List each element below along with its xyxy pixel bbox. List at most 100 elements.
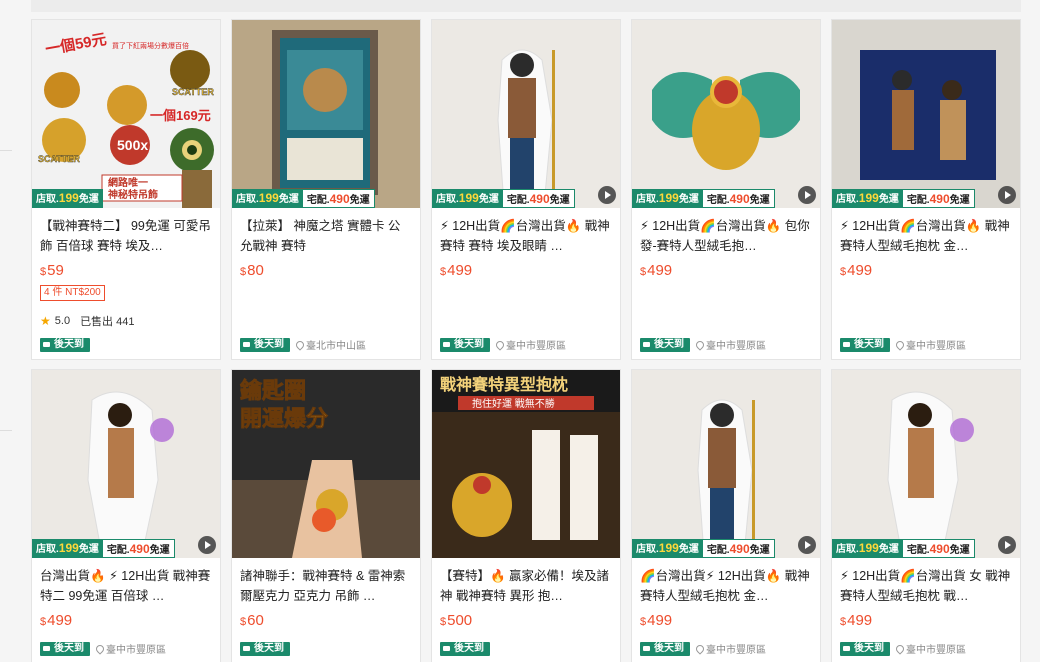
delivery-eta-badge: 後天到 — [240, 337, 290, 352]
seller-location: 臺北市中山區 — [294, 337, 366, 352]
store-pickup-badge: 店取.199免運 — [632, 189, 703, 208]
product-image[interactable]: 店取.199免運 宅配.490免運 — [632, 20, 820, 208]
product-card[interactable]: 店取.199免運 宅配.490免運 台灣出貨🔥 ⚡ 12H出貨 戰神賽特二 99… — [31, 369, 221, 662]
product-price: $499 — [440, 262, 473, 279]
product-image[interactable]: 店取.199免運 宅配.490免運 — [232, 20, 420, 208]
seller-location: 臺中市豐原區 — [894, 337, 966, 352]
store-pickup-badge: 店取.199免運 — [32, 539, 103, 558]
store-pickup-badge: 店取.199免運 — [832, 189, 903, 208]
shipping-badges: 店取.199免運 宅配.490免運 — [232, 189, 375, 208]
product-image[interactable]: 店取.199免運 宅配.490免運 — [632, 370, 820, 558]
play-video-icon[interactable] — [598, 186, 616, 204]
art-text: 買了下紅兩場分數爆百倍 — [112, 41, 189, 50]
product-title[interactable]: ⚡ 12H出貨🌈台灣出貨🔥 戰神賽特 賽特 埃及眼睛 … — [440, 216, 612, 256]
delivery-eta-badge: 後天到 — [240, 642, 290, 656]
store-pickup-badge: 店取.199免運 — [832, 539, 903, 558]
delivery-eta-badge: 後天到 — [640, 641, 690, 656]
product-title[interactable]: 🌈台灣出貨⚡ 12H出貨🔥 戰神賽特人型絨毛抱枕 金… — [640, 566, 812, 606]
product-card[interactable]: 店取.199免運 宅配.490免運 ⚡ 12H出貨🌈台灣出貨🔥 包你發-賽特人型… — [631, 19, 821, 360]
product-price: $80 — [240, 262, 264, 279]
play-video-icon[interactable] — [798, 186, 816, 204]
store-pickup-badge: 店取.199免運 — [232, 189, 303, 208]
shipping-badges: 店取.199免運 宅配.490免運 — [632, 539, 775, 558]
seller-location: 臺中市豐原區 — [94, 641, 166, 656]
play-video-icon[interactable] — [998, 536, 1016, 554]
delivery-eta-badge: 後天到 — [640, 337, 690, 352]
art-text: 抱住好運 戰無不勝 — [472, 397, 555, 410]
product-title[interactable]: 【賽特】🔥 贏家必備！埃及諸神 戰神賽特 異形 抱… — [440, 566, 612, 606]
product-price: $499 — [640, 612, 673, 629]
play-video-icon[interactable] — [198, 536, 216, 554]
delivery-eta-badge: 後天到 — [40, 641, 90, 656]
art-text: 鑰匙圈 — [240, 378, 306, 403]
product-image[interactable]: 一個59元 買了下紅兩場分數爆百倍 SCATTER 一個169元 500x SC… — [32, 20, 220, 208]
product-image[interactable]: 鑰匙圈 開運爆分 — [232, 370, 420, 558]
rating-value: 5.0 — [54, 315, 71, 327]
product-image[interactable]: 戰神賽特異型抱枕 抱住好運 戰無不勝 — [432, 370, 620, 558]
home-delivery-badge: 宅配.490免運 — [902, 189, 975, 208]
product-grid: 一個59元 買了下紅兩場分數爆百倍 SCATTER 一個169元 500x SC… — [31, 19, 1021, 662]
product-title[interactable]: ⚡ 12H出貨🌈台灣出貨🔥 戰神賽特人型絨毛抱枕 金… — [840, 216, 1012, 256]
product-card[interactable]: 一個59元 買了下紅兩場分數爆百倍 SCATTER 一個169元 500x SC… — [31, 19, 221, 360]
art-text: 開運爆分 — [240, 406, 328, 431]
product-price: $60 — [240, 612, 264, 629]
bundle-promo-tag: 4 件 NT$200 — [40, 285, 105, 301]
location-pin-icon — [694, 642, 706, 655]
home-delivery-badge: 宅配.490免運 — [102, 539, 175, 558]
art-text: 一個169元 — [150, 108, 211, 123]
top-strip — [31, 0, 1021, 12]
store-pickup-badge: 店取.199免運 — [632, 539, 703, 558]
location-pin-icon — [694, 338, 706, 351]
home-delivery-badge: 宅配.490免運 — [702, 539, 775, 558]
home-delivery-badge: 宅配.490免運 — [502, 189, 575, 208]
rating-row: ★ 5.0 已售出 441 — [40, 313, 212, 329]
art-text: 戰神賽特異型抱枕 — [440, 375, 568, 394]
art-text: SCATTER — [172, 87, 214, 97]
product-price: $499 — [840, 262, 873, 279]
product-image[interactable]: 店取.199免運 宅配.490免運 — [832, 370, 1020, 558]
product-card[interactable]: 店取.199免運 宅配.490免運 ⚡ 12H出貨🌈台灣出貨🔥 戰神賽特 賽特 … — [431, 19, 621, 360]
play-video-icon[interactable] — [798, 536, 816, 554]
sold-count: 已售出 441 — [80, 316, 135, 328]
product-price: $500 — [440, 612, 473, 629]
location-pin-icon — [94, 642, 106, 655]
seller-location: 臺中市豐原區 — [494, 337, 566, 352]
art-text: SCATTER — [38, 154, 80, 164]
product-price: $499 — [640, 262, 673, 279]
product-card[interactable]: 店取.199免運 宅配.490免運 【拉萊】 神魔之塔 實體卡 公允戰神 賽特 … — [231, 19, 421, 360]
product-title[interactable]: ⚡ 12H出貨🌈台灣出貨 女 戰神賽特人型絨毛抱枕 戰… — [840, 566, 1012, 606]
art-text: 神秘特吊飾 — [108, 188, 158, 201]
seller-location: 臺中市豐原區 — [694, 337, 766, 352]
product-title[interactable]: 台灣出貨🔥 ⚡ 12H出貨 戰神賽特二 99免運 百倍球 … — [40, 566, 212, 606]
product-card[interactable]: 戰神賽特異型抱枕 抱住好運 戰無不勝 【賽特】🔥 贏家必備！埃及諸神 戰神賽特 … — [431, 369, 621, 662]
location-pin-icon — [294, 338, 306, 351]
product-price: $59 — [40, 262, 64, 279]
shipping-badges: 店取.199免運 宅配.490免運 — [832, 539, 975, 558]
location-pin-icon — [494, 338, 506, 351]
product-image[interactable]: 店取.199免運 宅配.490免運 — [432, 20, 620, 208]
product-price: $499 — [40, 612, 73, 629]
product-card[interactable]: 店取.199免運 宅配.490免運 ⚡ 12H出貨🌈台灣出貨🔥 戰神賽特人型絨毛… — [831, 19, 1021, 360]
shipping-badges: 店取.199免運 宅配.490免運 — [632, 189, 775, 208]
product-title[interactable]: 【戰神賽特二】 99免運 可愛吊飾 百倍球 賽特 埃及… — [40, 216, 212, 256]
location-pin-icon — [894, 642, 906, 655]
product-card[interactable]: 店取.199免運 宅配.490免運 ⚡ 12H出貨🌈台灣出貨 女 戰神賽特人型絨… — [831, 369, 1021, 662]
shipping-badges: 店取.199免運 — [32, 189, 103, 208]
product-image[interactable]: 店取.199免運 宅配.490免運 — [832, 20, 1020, 208]
home-delivery-badge: 宅配.490免運 — [302, 189, 375, 208]
product-title[interactable]: ⚡ 12H出貨🌈台灣出貨🔥 包你發-賽特人型絨毛抱… — [640, 216, 812, 256]
delivery-eta-badge: 後天到 — [440, 337, 490, 352]
product-card[interactable]: 鑰匙圈 開運爆分 諸神聯手：戰神賽特 & 雷神索爾壓克力 亞克力 吊飾 … $6… — [231, 369, 421, 662]
delivery-eta-badge: 後天到 — [840, 337, 890, 352]
delivery-eta-badge: 後天到 — [440, 642, 490, 656]
product-title[interactable]: 【拉萊】 神魔之塔 實體卡 公允戰神 賽特 — [240, 216, 412, 256]
seller-location: 臺中市豐原區 — [694, 641, 766, 656]
store-pickup-badge: 店取.199免運 — [32, 189, 103, 208]
delivery-eta-badge: 後天到 — [40, 338, 90, 352]
play-video-icon[interactable] — [998, 186, 1016, 204]
store-pickup-badge: 店取.199免運 — [432, 189, 503, 208]
product-title[interactable]: 諸神聯手：戰神賽特 & 雷神索爾壓克力 亞克力 吊飾 … — [240, 566, 412, 606]
left-edge — [0, 0, 14, 662]
product-card[interactable]: 店取.199免運 宅配.490免運 🌈台灣出貨⚡ 12H出貨🔥 戰神賽特人型絨毛… — [631, 369, 821, 662]
product-image[interactable]: 店取.199免運 宅配.490免運 — [32, 370, 220, 558]
